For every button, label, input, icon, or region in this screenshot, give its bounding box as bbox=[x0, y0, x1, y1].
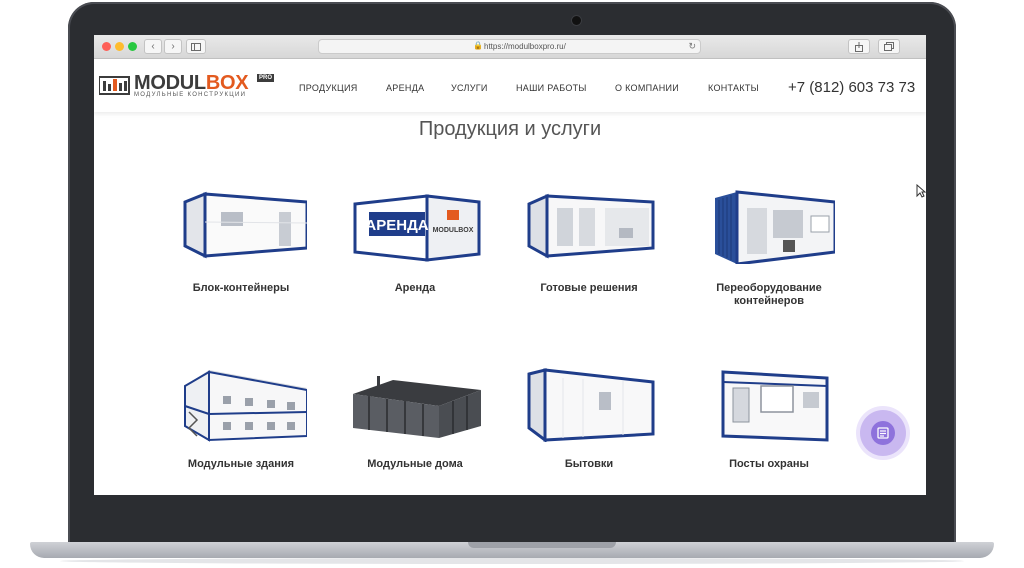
laptop-shadow bbox=[60, 558, 964, 564]
phone-number[interactable]: +7 (812) 603 73 73 bbox=[788, 79, 915, 96]
product-label: Переоборудование контейнеров bbox=[716, 282, 822, 307]
browser-titlebar: ‹ › 🔒 https://modulboxpro.ru/ ↻ bbox=[94, 35, 926, 59]
nav-products[interactable]: ПРОДУКЦИЯ bbox=[299, 83, 358, 93]
nav-contacts[interactable]: КОНТАКТЫ bbox=[708, 83, 759, 93]
nav-our-works[interactable]: НАШИ РАБОТЫ bbox=[516, 83, 587, 93]
forward-button[interactable]: › bbox=[164, 39, 182, 54]
share-icon[interactable] bbox=[848, 39, 870, 54]
modular-building-image bbox=[184, 370, 307, 442]
product-card-container-refit[interactable]: Переоборудование контейнеров bbox=[694, 190, 844, 308]
chat-button[interactable] bbox=[860, 410, 906, 456]
minimize-window-button[interactable] bbox=[115, 42, 124, 51]
maximize-window-button[interactable] bbox=[128, 42, 137, 51]
product-card-modular-houses[interactable]: Модульные дома bbox=[340, 368, 490, 471]
product-card-rent[interactable]: АРЕНДА MODULBOX Аренда bbox=[340, 190, 490, 295]
rent-image-text: АРЕНДА bbox=[365, 217, 428, 234]
product-card-guard-posts[interactable]: Посты охраны bbox=[694, 368, 844, 471]
logo[interactable]: MODULBOX PRO МОДУЛЬНЫЕ КОНСТРУКЦИИ bbox=[99, 72, 275, 101]
nav-services[interactable]: УСЛУГИ bbox=[451, 83, 488, 93]
ready-solutions-image bbox=[527, 193, 655, 259]
camera bbox=[572, 16, 581, 25]
browser-window: ‹ › 🔒 https://modulboxpro.ru/ ↻ MODULBOX… bbox=[94, 35, 926, 495]
product-label: Посты охраны bbox=[729, 458, 809, 470]
site-header: MODULBOX PRO МОДУЛЬНЫЕ КОНСТРУКЦИИ ПРОДУ… bbox=[94, 59, 926, 112]
cursor-icon bbox=[916, 184, 926, 198]
laptop-base bbox=[30, 542, 994, 558]
product-label: Модульные здания bbox=[187, 458, 295, 470]
container-refit-image bbox=[715, 190, 835, 264]
product-card-cabins[interactable]: Бытовки bbox=[514, 368, 664, 471]
tabs-icon[interactable] bbox=[878, 39, 900, 54]
product-label: Бытовки bbox=[564, 458, 614, 470]
lock-icon: 🔒 bbox=[473, 41, 483, 50]
back-button[interactable]: ‹ bbox=[144, 39, 162, 54]
product-card-modular-buildings[interactable]: Модульные здания bbox=[166, 368, 316, 471]
sidebar-icon[interactable] bbox=[186, 39, 206, 54]
laptop-notch bbox=[468, 542, 616, 548]
modular-house-image bbox=[353, 376, 481, 438]
logo-subtitle: МОДУЛЬНЫЕ КОНСТРУКЦИИ bbox=[134, 92, 247, 98]
product-card-ready-solutions[interactable]: Готовые решения bbox=[514, 190, 664, 295]
block-container-image bbox=[183, 191, 307, 259]
logo-wordmark: MODULBOX bbox=[134, 72, 249, 94]
address-bar[interactable]: 🔒 https://modulboxpro.ru/ ↻ bbox=[318, 39, 701, 54]
product-label: Модульные дома bbox=[367, 458, 463, 470]
logo-mark-icon bbox=[99, 76, 130, 95]
product-label: Аренда bbox=[394, 282, 436, 294]
nav-rent[interactable]: АРЕНДА bbox=[386, 83, 424, 93]
url-text: https://modulboxpro.ru/ bbox=[484, 42, 566, 51]
nav-about[interactable]: О КОМПАНИИ bbox=[615, 83, 679, 93]
close-window-button[interactable] bbox=[102, 42, 111, 51]
product-label: Блок-контейнеры bbox=[192, 282, 290, 294]
reload-icon[interactable]: ↻ bbox=[688, 41, 696, 52]
cabin-image bbox=[527, 368, 655, 442]
product-label: Готовые решения bbox=[540, 282, 638, 294]
chat-icon bbox=[871, 421, 895, 445]
section-title: Продукция и услуги bbox=[418, 118, 602, 140]
logo-pro-badge: PRO bbox=[257, 74, 275, 82]
product-card-block-containers[interactable]: Блок-контейнеры bbox=[166, 190, 316, 295]
rent-container-image: АРЕНДА MODULBOX bbox=[353, 194, 481, 262]
rent-image-brand: MODULBOX bbox=[433, 227, 474, 234]
guard-post-image bbox=[721, 370, 829, 442]
